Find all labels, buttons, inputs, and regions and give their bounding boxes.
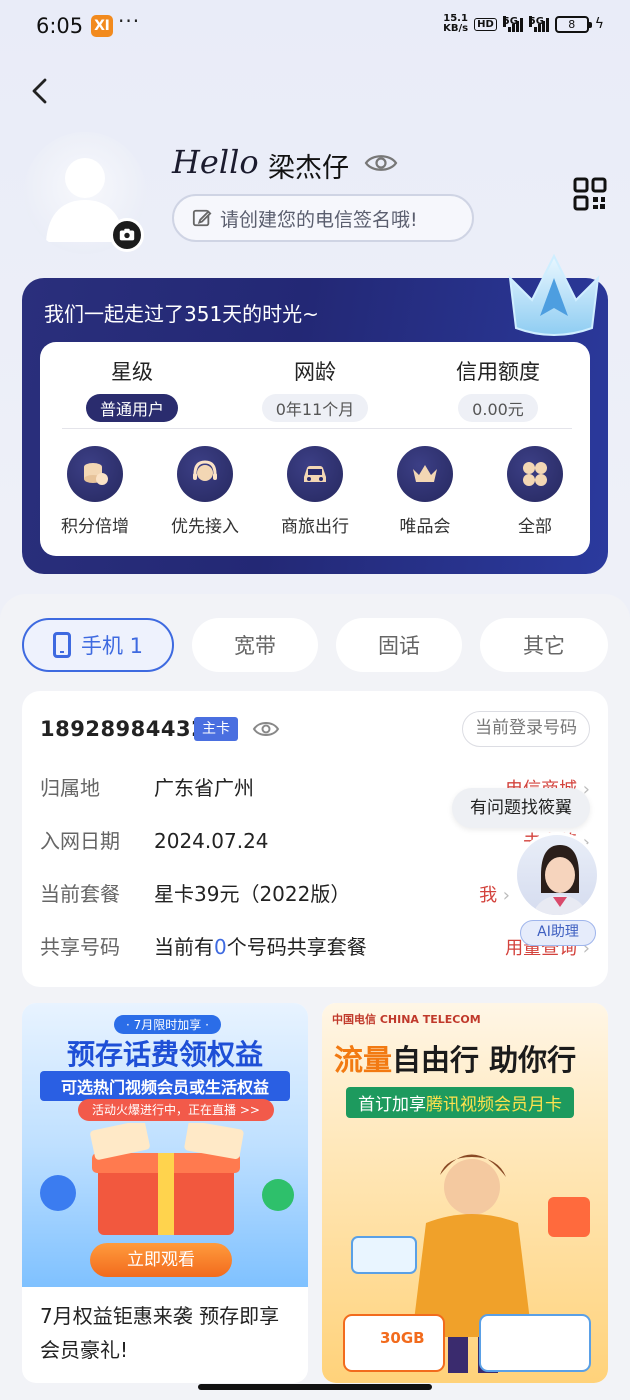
user-name: 梁杰仔 (268, 153, 349, 184)
stat-star-level[interactable]: 星级 普通用户 (52, 356, 212, 422)
headset-icon (177, 446, 233, 502)
signal-icon: 5G (502, 16, 523, 32)
account-info-card: 18928984432 主卡 当前登录号码 归属地广东省广州 电信商城 入网日期… (22, 691, 608, 987)
promo-caption: 7月权益钜惠来袭 预存即享会员豪礼! (40, 1304, 280, 1362)
status-indicators: 15.1 KB/s HD 5G 5G 8 ϟ (443, 14, 604, 34)
tab-other[interactable]: 其它 (480, 618, 608, 672)
member-tagline: 我们一起走过了351天的时光~ (44, 302, 319, 326)
credit-limit-value: 0.00元 (458, 394, 538, 422)
info-row-join-date: 入网日期 2024.07.24 (40, 829, 269, 853)
net-speed: 15.1 KB/s (443, 13, 469, 34)
qr-code-icon[interactable] (572, 176, 608, 212)
assistant-bubble[interactable]: 有问题找筱翼 (452, 788, 590, 828)
phone-icon (52, 632, 71, 658)
benefit-travel[interactable]: 商旅出行 (265, 446, 365, 537)
promo-card-data[interactable]: 中国电信 CHINA TELECOM 流量自由行 助你行 首订加享腾讯视频会员月… (322, 1003, 608, 1383)
car-icon (287, 446, 343, 502)
watch-now-button[interactable]: 立即观看 (90, 1243, 232, 1277)
camera-icon (119, 228, 135, 241)
my-plan-link[interactable]: 我 (479, 881, 510, 907)
benefit-points[interactable]: 积分倍增 (45, 446, 145, 537)
gift-box-icon (40, 1123, 294, 1235)
member-stats-panel: 星级 普通用户 网龄 0年11个月 信用额度 0.00元 积分倍增 优先接入 商… (40, 342, 590, 556)
stat-network-age[interactable]: 网龄 0年11个月 (235, 356, 395, 422)
camera-button[interactable] (110, 218, 144, 252)
china-telecom-logo: 中国电信 CHINA TELECOM (332, 1013, 481, 1026)
promo-banner-image: 中国电信 CHINA TELECOM 流量自由行 助你行 首订加享腾讯视频会员月… (322, 1003, 608, 1383)
stat-credit-limit[interactable]: 信用额度 0.00元 (418, 356, 578, 422)
tab-landline[interactable]: 固话 (336, 618, 462, 672)
data-pack-label: 30GB (380, 1329, 425, 1347)
divider (62, 428, 572, 429)
more-notifications-icon: ··· (118, 9, 141, 33)
promo-subtitle: 首订加享腾讯视频会员月卡 (346, 1087, 574, 1118)
member-card: 我们一起走过了351天的时光~ 星级 普通用户 网龄 0年11个月 信用额度 0… (22, 253, 608, 574)
status-bar: 6:05 Ⅺ ··· 15.1 KB/s HD 5G 5G 8 ϟ (0, 0, 630, 52)
star-level-value: 普通用户 (85, 394, 178, 422)
phone-number: 18928984432 (40, 717, 207, 741)
chevron-left-icon (32, 78, 47, 104)
eye-icon[interactable] (364, 150, 398, 176)
benefit-all[interactable]: 全部 (485, 446, 585, 537)
grid-icon (507, 446, 563, 502)
edit-icon (192, 209, 212, 227)
back-button[interactable] (24, 74, 58, 108)
signature-input[interactable]: 请创建您的电信签名哦! (172, 194, 474, 242)
traveler-illustration (343, 1154, 591, 1373)
live-banner: 活动火爆进行中，正在直播 >> (78, 1099, 274, 1121)
info-row-plan: 当前套餐 星卡39元（2022版） (40, 882, 351, 906)
benefit-priority[interactable]: 优先接入 (155, 446, 255, 537)
benefit-vip[interactable]: 唯品会 (375, 446, 475, 537)
eye-icon[interactable] (252, 718, 280, 740)
hello-text: Hello (172, 143, 259, 181)
account-panel: 手机 1 宽带 固话 其它 18928984432 主卡 当前登录号码 归属地广… (0, 594, 630, 1400)
promo-card-prepay[interactable]: · 7月限时加享 · 预存话费领权益 可选热门视频会员或生活权益 活动火爆进行中… (22, 1003, 308, 1383)
promo-title: 流量自由行 助你行 (334, 1043, 577, 1077)
info-row-shared: 共享号码 当前有0个号码共享套餐 (40, 935, 367, 959)
signature-placeholder: 请创建您的电信签名哦! (220, 208, 418, 231)
network-age-value: 0年11个月 (261, 394, 369, 422)
battery-icon: 8 (554, 15, 592, 33)
status-time: 6:05 (36, 14, 84, 38)
promo-banner-image: · 7月限时加享 · 预存话费领权益 可选热门视频会员或生活权益 活动火爆进行中… (22, 1003, 308, 1287)
ai-assistant-avatar[interactable] (514, 832, 600, 918)
crown-icon (397, 446, 453, 502)
signal-icon-2: 5G (528, 16, 549, 32)
home-indicator[interactable] (198, 1384, 432, 1390)
crown-badge-icon (508, 253, 600, 336)
info-row-location: 归属地 广东省广州 (40, 776, 254, 800)
app-notification-icon: Ⅺ (91, 15, 113, 37)
ai-assistant-label[interactable]: AI助理 (520, 920, 596, 946)
charging-icon: ϟ (594, 16, 604, 32)
hd-icon: HD (474, 17, 497, 31)
tab-broadband[interactable]: 宽带 (192, 618, 318, 672)
current-login-badge: 当前登录号码 (462, 711, 590, 747)
coins-icon (67, 446, 123, 502)
tab-mobile[interactable]: 手机 1 (22, 618, 174, 672)
main-card-badge: 主卡 (194, 717, 238, 741)
